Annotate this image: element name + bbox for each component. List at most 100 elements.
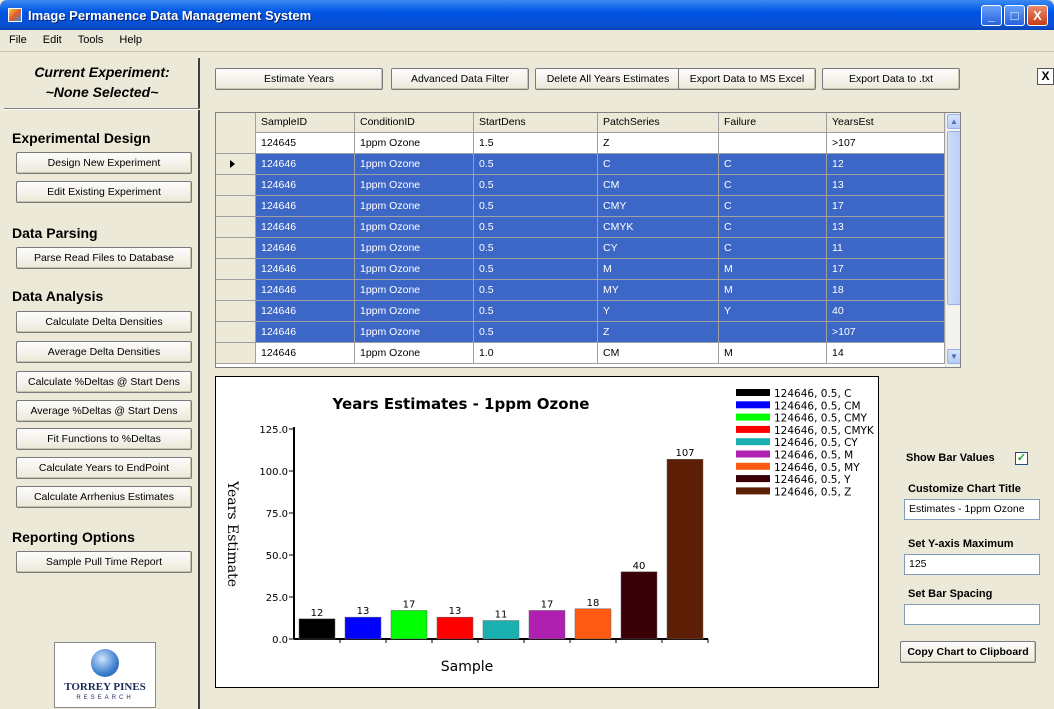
table-cell[interactable]: Z: [598, 133, 719, 153]
data-grid[interactable]: 124646 1ppm Ozone 1.0 CM M 14 124646 1ppm Ozone…: [215, 112, 961, 368]
table-cell[interactable]: 1.5: [474, 133, 598, 153]
calc-pct-deltas-button[interactable]: Calculate %Deltas @ Start Dens: [16, 371, 192, 393]
menu-help[interactable]: Help: [110, 30, 149, 46]
menu-tools[interactable]: Tools: [69, 30, 111, 46]
table-cell[interactable]: 18: [827, 280, 945, 300]
table-cell[interactable]: Y: [719, 301, 827, 321]
table-cell[interactable]: 1ppm Ozone: [355, 196, 474, 216]
export-txt-button[interactable]: Export Data to .txt: [822, 68, 960, 90]
row-header[interactable]: [216, 280, 256, 300]
table-row[interactable]: 124646 1ppm Ozone 0.5 C C 12: [216, 154, 946, 175]
table-cell[interactable]: 0.5: [474, 154, 598, 174]
table-cell[interactable]: 1ppm Ozone: [355, 217, 474, 237]
bar-spacing-input[interactable]: [904, 604, 1040, 625]
table-cell[interactable]: 1ppm Ozone: [355, 154, 474, 174]
table-cell[interactable]: M: [719, 280, 827, 300]
menu-file[interactable]: File: [0, 30, 34, 46]
row-header[interactable]: [216, 259, 256, 279]
grid-header-row[interactable]: SampleID ConditionID StartDens PatchSeries F…: [216, 113, 946, 133]
column-header[interactable]: PatchSeries: [598, 113, 719, 133]
table-cell[interactable]: M: [719, 343, 827, 363]
table-cell[interactable]: 1ppm Ozone: [355, 259, 474, 279]
table-cell[interactable]: 124646: [256, 259, 355, 279]
table-cell[interactable]: 124646: [256, 175, 355, 195]
table-row[interactable]: 124646 1ppm Ozone 0.5 CMY C 17: [216, 196, 946, 217]
table-cell[interactable]: 124646: [256, 301, 355, 321]
close-panel-button[interactable]: X: [1037, 68, 1054, 85]
column-header[interactable]: Failure: [719, 113, 827, 133]
estimate-years-button[interactable]: Estimate Years: [215, 68, 383, 90]
fit-functions-button[interactable]: Fit Functions to %Deltas: [16, 428, 192, 450]
table-cell[interactable]: 124646: [256, 154, 355, 174]
table-cell[interactable]: C: [719, 196, 827, 216]
table-row[interactable]: 124646 1ppm Ozone 0.5 M M 17: [216, 259, 946, 280]
column-header[interactable]: StartDens: [474, 113, 598, 133]
table-cell[interactable]: 1ppm Ozone: [355, 175, 474, 195]
column-header[interactable]: SampleID: [256, 113, 355, 133]
column-header[interactable]: YearsEst: [827, 113, 945, 133]
table-cell[interactable]: 0.5: [474, 322, 598, 342]
table-row[interactable]: 124646 1ppm Ozone 0.5 MY M 18: [216, 280, 946, 301]
scroll-up-icon[interactable]: ▲: [947, 114, 960, 129]
table-cell[interactable]: 1ppm Ozone: [355, 343, 474, 363]
table-cell[interactable]: 12: [827, 154, 945, 174]
y-axis-max-input[interactable]: 125: [904, 554, 1040, 575]
row-header[interactable]: [216, 113, 256, 133]
table-cell[interactable]: 124646: [256, 280, 355, 300]
table-cell[interactable]: 124645: [256, 133, 355, 153]
parse-read-files-button[interactable]: Parse Read Files to Database: [16, 247, 192, 269]
menu-edit[interactable]: Edit: [34, 30, 69, 46]
table-row[interactable]: 124646 1ppm Ozone 0.5 CMYK C 13: [216, 217, 946, 238]
column-header[interactable]: ConditionID: [355, 113, 474, 133]
table-cell[interactable]: M: [719, 259, 827, 279]
table-cell[interactable]: 11: [827, 238, 945, 258]
table-cell[interactable]: 0.5: [474, 259, 598, 279]
table-cell[interactable]: 0.5: [474, 280, 598, 300]
table-cell[interactable]: Y: [598, 301, 719, 321]
table-cell[interactable]: 0.5: [474, 196, 598, 216]
avg-delta-densities-button[interactable]: Average Delta Densities: [16, 341, 192, 363]
table-cell[interactable]: C: [719, 217, 827, 237]
edit-existing-experiment-button[interactable]: Edit Existing Experiment: [16, 181, 192, 203]
maximize-button[interactable]: □: [1004, 5, 1025, 26]
row-header[interactable]: [216, 238, 256, 258]
table-cell[interactable]: 0.5: [474, 301, 598, 321]
table-cell[interactable]: 14: [827, 343, 945, 363]
calc-delta-densities-button[interactable]: Calculate Delta Densities: [16, 311, 192, 333]
copy-chart-button[interactable]: Copy Chart to Clipboard: [900, 641, 1036, 663]
table-cell[interactable]: CY: [598, 238, 719, 258]
sample-pull-time-report-button[interactable]: Sample Pull Time Report: [16, 551, 192, 573]
scroll-thumb[interactable]: [947, 131, 960, 305]
advanced-data-filter-button[interactable]: Advanced Data Filter: [391, 68, 529, 90]
table-row[interactable]: 124646 1ppm Ozone 0.5 Y Y 40: [216, 301, 946, 322]
table-row[interactable]: 124646 1ppm Ozone 0.5 CY C 11: [216, 238, 946, 259]
table-cell[interactable]: 13: [827, 217, 945, 237]
table-cell[interactable]: 124646: [256, 343, 355, 363]
table-cell[interactable]: 13: [827, 175, 945, 195]
table-cell[interactable]: 1.0: [474, 343, 598, 363]
table-cell[interactable]: CMYK: [598, 217, 719, 237]
table-cell[interactable]: 124646: [256, 217, 355, 237]
row-header[interactable]: [216, 133, 256, 153]
table-cell[interactable]: 1ppm Ozone: [355, 280, 474, 300]
table-cell[interactable]: 17: [827, 259, 945, 279]
table-row[interactable]: 124645 1ppm Ozone 1.5 Z >107: [216, 133, 946, 154]
table-row[interactable]: 124646 1ppm Ozone 0.5 Z >107: [216, 322, 946, 343]
avg-pct-deltas-button[interactable]: Average %Deltas @ Start Dens: [16, 400, 192, 422]
table-cell[interactable]: C: [719, 154, 827, 174]
table-cell[interactable]: [719, 322, 827, 342]
close-window-button[interactable]: X: [1027, 5, 1048, 26]
table-cell[interactable]: 1ppm Ozone: [355, 301, 474, 321]
row-header[interactable]: [216, 217, 256, 237]
table-row[interactable]: 124646 1ppm Ozone 0.5 CM C 13: [216, 175, 946, 196]
table-cell[interactable]: M: [598, 259, 719, 279]
table-cell[interactable]: >107: [827, 133, 945, 153]
table-cell[interactable]: C: [598, 154, 719, 174]
table-cell[interactable]: >107: [827, 322, 945, 342]
table-cell[interactable]: CMY: [598, 196, 719, 216]
delete-all-years-estimates-button[interactable]: Delete All Years Estimates: [535, 68, 681, 90]
grid-scrollbar[interactable]: ▲ ▼: [945, 113, 960, 367]
minimize-button[interactable]: _: [981, 5, 1002, 26]
row-header[interactable]: [216, 196, 256, 216]
chart-title-input[interactable]: Estimates - 1ppm Ozone: [904, 499, 1040, 520]
